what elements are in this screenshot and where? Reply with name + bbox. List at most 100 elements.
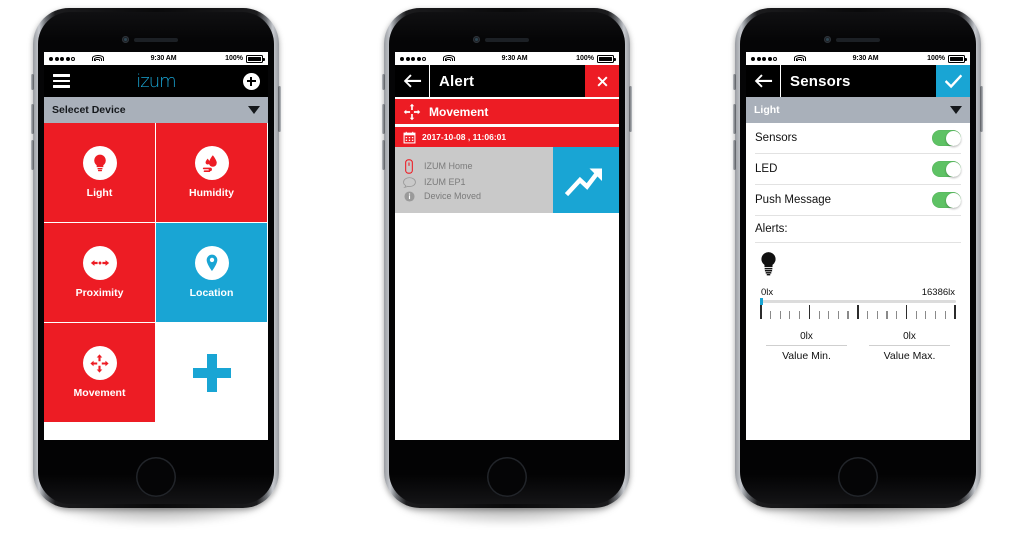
front-camera-icon [824,36,831,43]
signal-strength-icon [751,56,777,61]
alert-category-label: Movement [429,104,489,119]
volume-up-button[interactable] [382,104,385,134]
location-pin-icon [194,246,229,280]
phone2-navbar: Alert [395,65,619,97]
earpiece-speaker [836,38,880,42]
plus-icon [192,353,231,392]
view-chart-button[interactable] [553,147,619,213]
volume-down-button[interactable] [31,140,34,170]
setting-row-push-message: Push Message [755,185,961,216]
mute-switch[interactable] [382,74,385,90]
battery-percent: 100% [927,55,945,62]
power-button[interactable] [278,86,281,132]
tile-light[interactable]: Light [44,123,156,223]
slider-min-label: 0lx [761,287,774,298]
battery-percent: 100% [225,55,243,62]
signal-strength-icon [49,56,75,61]
plus-circle-icon [242,72,260,90]
app-logo: izum [136,70,176,92]
hamburger-menu-icon[interactable] [44,74,78,88]
slider-range-labels: 0lx 16386lx [755,283,961,298]
alerts-section-header: Alerts: [755,216,961,243]
earpiece-speaker [134,38,178,42]
value-min-number: 0lx [800,331,813,342]
phone3-screen: 9:30 AM 100% Sensors Light Sensors LED P… [746,52,970,440]
value-min-label: Value Min. [782,350,831,362]
slider-max-label: 16386lx [921,287,955,298]
list-item: IZUM Home [402,158,553,174]
info-icon [402,190,416,202]
mute-switch[interactable] [31,74,34,90]
setting-row-led: LED [755,154,961,185]
status-bar: 9:30 AM 100% [44,52,268,65]
select-device-dropdown[interactable]: Selecet Device [44,97,268,123]
tile-movement[interactable]: Movement [44,323,156,423]
led-toggle[interactable] [932,161,961,177]
wifi-icon [91,54,104,63]
battery-icon [246,54,265,63]
slider-handle[interactable] [760,298,763,305]
chevron-down-icon [950,106,962,114]
status-bar: 9:30 AM 100% [746,52,970,65]
alert-content: Movement 2017-10-08 , 11:06:01 IZUM Home… [395,99,619,428]
status-time: 9:30 AM [150,55,177,62]
chevron-down-icon [248,106,260,114]
list-item: Device Moved [402,190,553,202]
threshold-slider[interactable] [755,298,961,319]
home-button[interactable] [487,457,527,497]
push-message-toggle[interactable] [932,192,961,208]
home-button[interactable] [838,457,878,497]
tile-proximity[interactable]: Proximity [44,223,156,323]
sensors-toggle[interactable] [932,130,961,146]
earpiece-speaker [485,38,529,42]
arrow-left-icon [754,73,772,88]
volume-down-button[interactable] [733,140,736,170]
value-max-number: 0lx [903,331,916,342]
tile-humidity[interactable]: Humidity [156,123,268,223]
front-camera-icon [473,36,480,43]
value-fields: 0lx Value Min. 0lx Value Max. [755,331,961,362]
confirm-button[interactable] [936,65,970,97]
page-title: Alert [439,72,475,90]
volume-up-button[interactable] [733,104,736,134]
slider-track[interactable] [760,298,956,305]
power-button[interactable] [980,86,983,132]
value-min-field[interactable]: 0lx Value Min. [755,331,858,362]
add-device-button[interactable] [234,65,268,97]
mute-switch[interactable] [733,74,736,90]
close-x-icon [597,76,607,86]
setting-label: LED [755,163,778,175]
volume-down-button[interactable] [382,140,385,170]
power-button[interactable] [629,86,632,132]
value-max-field[interactable]: 0lx Value Max. [858,331,961,362]
tile-add-new[interactable] [156,323,268,423]
tile-location[interactable]: Location [156,223,268,323]
tile-label: Humidity [189,187,234,199]
home-button[interactable] [136,457,176,497]
close-button[interactable] [585,65,619,97]
tile-label: Proximity [75,287,124,299]
back-button[interactable] [395,73,429,89]
lightbulb-filled-icon [755,243,961,283]
value-max-label: Value Max. [883,350,936,362]
proximity-icon [82,246,117,280]
alert-category-row[interactable]: Movement [395,99,619,124]
tile-label: Movement [73,387,126,399]
arrow-left-icon [403,73,421,88]
comment-icon [402,176,416,188]
alert-card[interactable]: IZUM Home IZUM EP1 Device Moved [395,147,619,213]
phone1-screen: 9:30 AM 100% izum Selecet Device Light H… [44,52,268,440]
sensor-type-label: Light [754,104,780,116]
slider-ruler [760,305,956,319]
wifi-icon [793,54,806,63]
tile-label: Location [189,287,234,299]
device-icon [402,158,416,174]
phone1-navbar: izum [44,65,268,97]
front-camera-icon [122,36,129,43]
sensor-type-dropdown[interactable]: Light [746,97,970,123]
status-bar: 9:30 AM 100% [395,52,619,65]
calendar-icon [403,131,416,143]
movement-icon [82,346,117,380]
volume-up-button[interactable] [31,104,34,134]
back-button[interactable] [746,73,780,89]
